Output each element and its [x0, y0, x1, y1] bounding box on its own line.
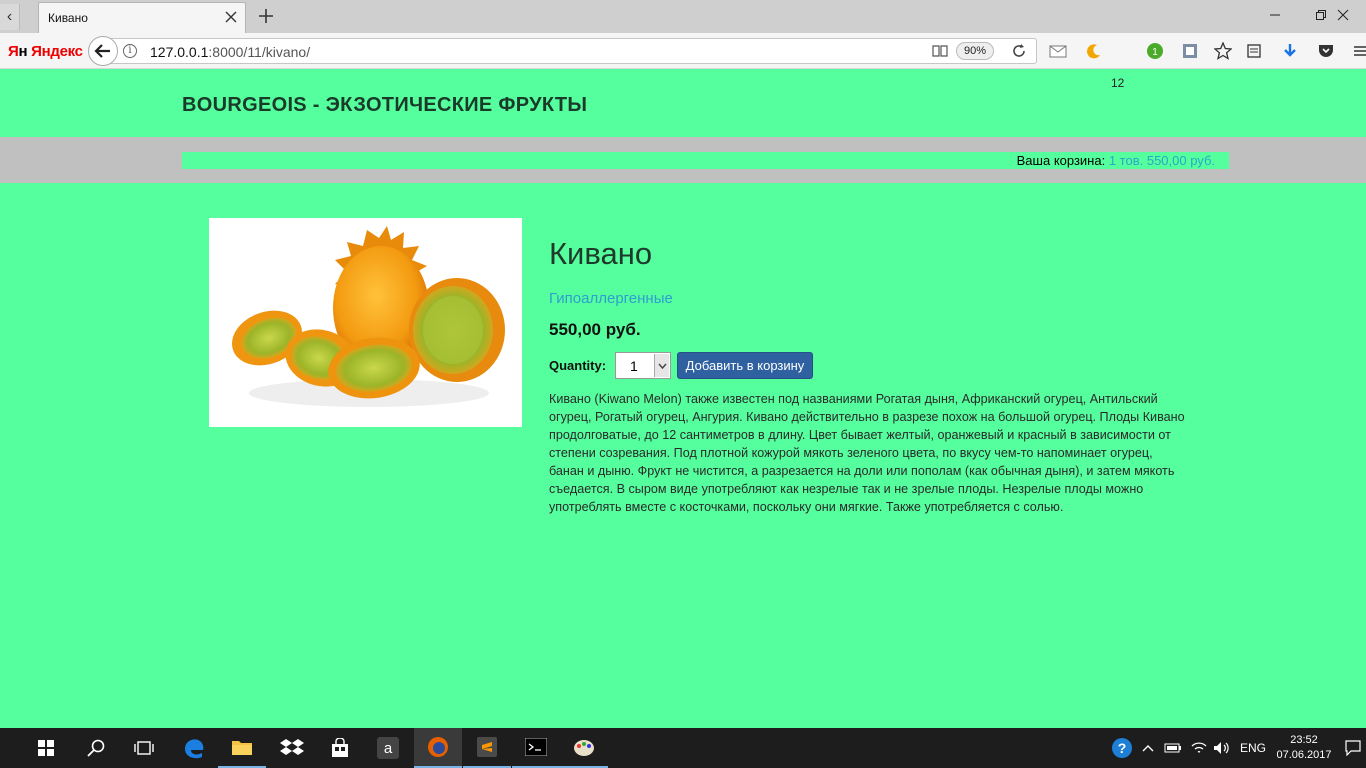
yandex-logo[interactable]: Ян Яндекс [8, 43, 83, 60]
product-image [209, 218, 522, 427]
cart-label: Ваша корзина: [1016, 153, 1106, 168]
reading-list-icon[interactable] [1244, 41, 1264, 61]
reader-view-icon[interactable] [932, 44, 948, 58]
menu-overflow-icon[interactable] [1350, 41, 1366, 61]
quantity-value: 1 [630, 358, 638, 374]
product-price: 550,00 руб. [549, 320, 641, 339]
arrow-left-icon [94, 44, 110, 58]
dropbox-taskbar-button[interactable] [268, 728, 316, 768]
clock-date: 07.06.2017 [1276, 749, 1332, 761]
back-button[interactable] [88, 36, 118, 66]
edge-taskbar-button[interactable] [170, 728, 218, 768]
site-info-icon[interactable]: i [123, 44, 137, 58]
close-window-icon [1337, 9, 1349, 21]
minimize-window-button[interactable] [1252, 0, 1298, 30]
amazon-icon: a [377, 737, 399, 759]
quantity-label: Quantity: [549, 358, 607, 373]
paint-palette-icon [574, 740, 594, 756]
pocket-icon[interactable] [1316, 41, 1336, 61]
file-explorer-taskbar-button[interactable] [218, 728, 266, 768]
yandex-logo-word: Яндекс [31, 43, 83, 60]
folder-icon [232, 741, 252, 755]
cart-summary: Ваша корзина: 1 тов. 550,00 руб. [1017, 153, 1215, 168]
windows-logo-icon [38, 740, 54, 756]
windows-taskbar: a ? ENG 23:52 07.06.2017 [0, 728, 1366, 768]
url-text[interactable]: 127.0.0.1:8000/11/kivano/ [150, 44, 310, 60]
url-host: 127.0.0.1 [150, 44, 209, 60]
terminal-taskbar-button[interactable] [512, 728, 560, 768]
chevron-up-icon [1142, 745, 1154, 752]
browser-tab-active[interactable]: Кивано [38, 2, 246, 33]
notification-icon [1345, 740, 1361, 756]
close-tab-icon[interactable] [223, 8, 239, 26]
clock-time: 23:52 [1290, 734, 1318, 746]
quantity-dropdown-button[interactable] [654, 354, 669, 377]
language-indicator[interactable]: ENG [1240, 741, 1266, 755]
sublime-taskbar-button[interactable] [463, 728, 511, 768]
product-name: Кивано [549, 236, 653, 271]
tab-title: Кивано [48, 11, 88, 25]
cart-link[interactable]: 1 тов. 550,00 руб. [1109, 153, 1215, 168]
kiwano-fruit-image [232, 226, 505, 407]
sublime-text-icon [477, 737, 497, 757]
wifi-icon [1191, 742, 1207, 753]
reload-icon[interactable] [1011, 43, 1027, 59]
task-view-icon [134, 741, 154, 755]
download-arrow-icon[interactable] [1280, 41, 1300, 61]
amazon-taskbar-button[interactable]: a [364, 728, 412, 768]
bookmark-star-icon[interactable] [1213, 41, 1233, 61]
close-window-button[interactable] [1320, 0, 1366, 30]
svg-text:a: a [384, 740, 393, 757]
speaker-icon [1214, 742, 1229, 754]
extension-green-icon[interactable]: 1 [1145, 41, 1165, 61]
command-prompt-icon [525, 738, 547, 756]
product-category-link[interactable]: Гипоаллергенные [549, 290, 673, 307]
notifications-button[interactable] [1340, 728, 1366, 768]
zoom-level-badge[interactable]: 90% [956, 42, 994, 60]
store-bag-icon [332, 738, 348, 757]
task-view-button[interactable] [120, 728, 168, 768]
dropbox-icon [280, 739, 304, 755]
system-clock[interactable]: 23:52 07.06.2017 [1270, 733, 1338, 763]
firefox-icon [428, 737, 448, 757]
mail-icon[interactable] [1048, 41, 1068, 61]
product-description: Кивано (Kiwano Melon) также известен под… [549, 392, 1185, 514]
new-tab-icon[interactable] [256, 4, 276, 28]
extension-page-icon[interactable] [1180, 41, 1200, 61]
url-path: :8000/11/kivano/ [208, 44, 311, 60]
store-taskbar-button[interactable] [316, 728, 364, 768]
volume-tray-icon[interactable] [1207, 728, 1237, 768]
quantity-select[interactable]: 1 [615, 352, 671, 379]
address-bar[interactable]: i 127.0.0.1:8000/11/kivano/ 90% [103, 38, 1037, 64]
cart-summary-strip: Ваша корзина: 1 тов. 550,00 руб. [182, 152, 1229, 169]
start-button[interactable] [22, 728, 70, 768]
add-to-cart-button[interactable]: Добавить в корзину [677, 352, 813, 379]
browser-toolbar: Ян Яндекс i 127.0.0.1:8000/11/kivano/ 90… [0, 33, 1366, 90]
firefox-taskbar-button[interactable] [414, 728, 462, 768]
weather-moon-icon[interactable] [1084, 41, 1104, 61]
edge-browser-icon [185, 739, 204, 759]
battery-icon [1164, 743, 1181, 753]
browser-tab-bar: ‹ Кивано [0, 0, 1366, 33]
cart-bar: Ваша корзина: 1 тов. 550,00 руб. [0, 137, 1366, 183]
site-title[interactable]: BOURGEOIS - ЭКЗОТИЧЕСКИЕ ФРУКТЫ [182, 94, 587, 117]
site-header: BOURGEOIS - ЭКЗОТИЧЕСКИЕ ФРУКТЫ [0, 70, 1366, 137]
tab-scroll-left-button[interactable]: ‹ [0, 4, 20, 30]
yandex-logo-ya: Я [8, 43, 19, 60]
paint-taskbar-button[interactable] [560, 728, 608, 768]
svg-text:1: 1 [1152, 47, 1158, 58]
search-icon [87, 739, 105, 757]
chevron-down-icon [658, 363, 667, 370]
minimize-icon [1270, 14, 1280, 16]
svg-text:?: ? [1118, 740, 1127, 756]
search-button[interactable] [72, 728, 120, 768]
yandex-logo-n: н [18, 43, 28, 60]
